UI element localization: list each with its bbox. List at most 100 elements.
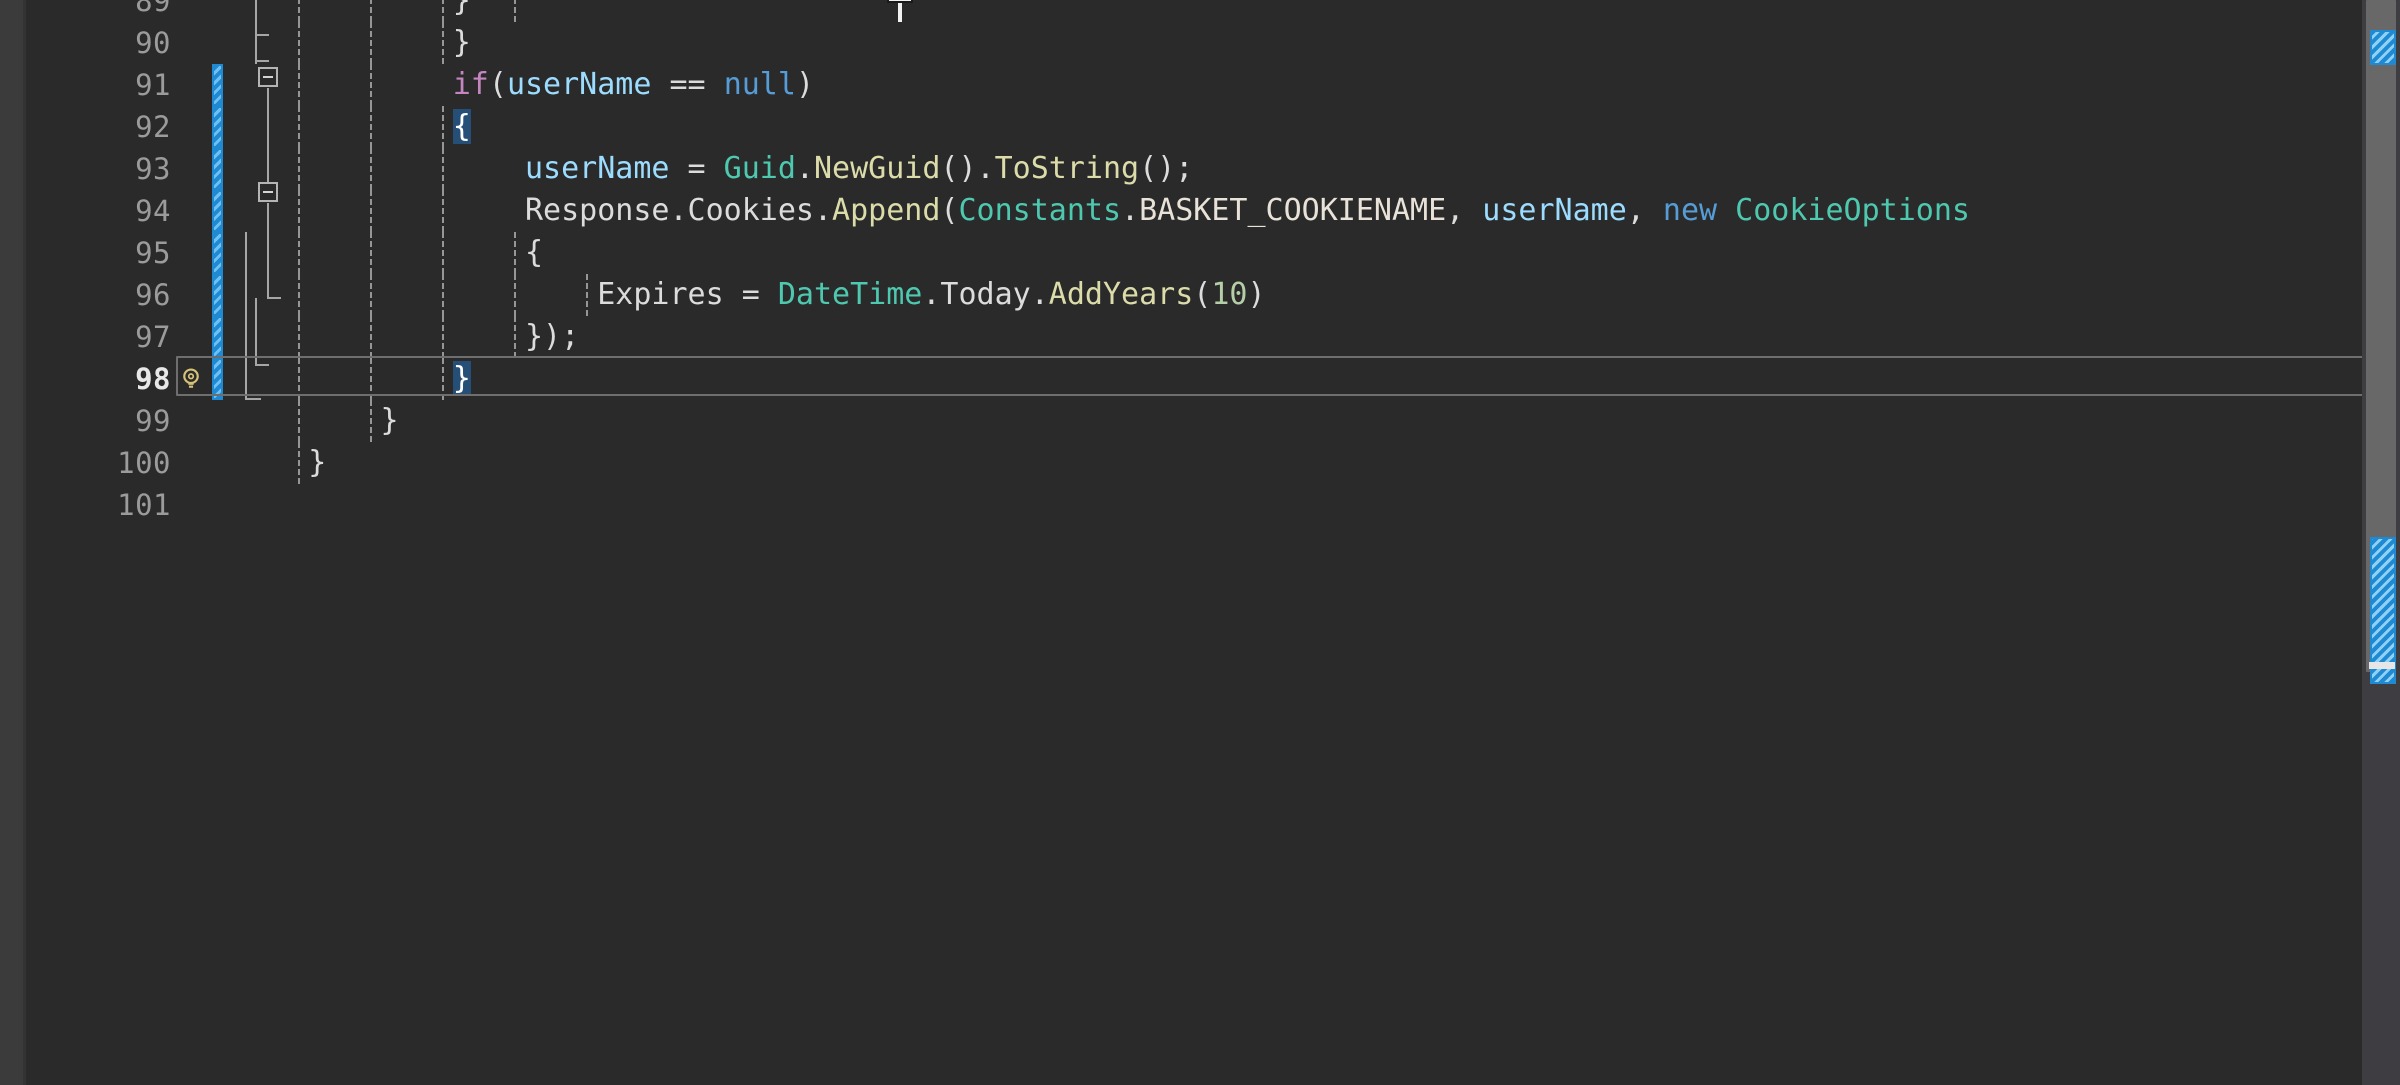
line-number: 99	[26, 400, 171, 442]
change-bar-modified	[212, 106, 223, 148]
code-token-plain: =	[724, 277, 778, 312]
code-token-plain	[236, 445, 308, 480]
gutter-row[interactable]: 99	[26, 400, 236, 442]
line-number: 93	[26, 148, 171, 190]
code-line[interactable]: {	[236, 232, 543, 274]
gutter-row[interactable]: 97	[26, 316, 236, 358]
code-token-method: NewGuid	[814, 151, 940, 186]
code-line[interactable]: {	[236, 106, 471, 148]
code-line[interactable]: }	[236, 22, 471, 64]
code-token-plain: .	[1031, 277, 1049, 312]
code-token-plain: ==	[651, 67, 723, 102]
code-token-plain: ().	[940, 151, 994, 186]
code-token-plain	[236, 193, 525, 228]
code-token-plain: .	[814, 193, 832, 228]
change-bar-modified	[212, 274, 223, 316]
scrollbar-caret-marker	[2369, 662, 2395, 669]
gutter-row[interactable]: 90	[26, 22, 236, 64]
code-token-plain	[236, 235, 525, 270]
code-token-plain	[236, 151, 525, 186]
code-line[interactable]: if(userName == null)	[236, 64, 814, 106]
code-token-plain	[236, 403, 381, 438]
code-token-plain	[236, 277, 597, 312]
change-bar-modified	[212, 232, 223, 274]
code-token-plain: {	[525, 235, 543, 270]
code-token-control: if	[453, 67, 489, 102]
code-token-plain: (	[1193, 277, 1211, 312]
gutter-row[interactable]: 94	[26, 190, 236, 232]
vertical-scrollbar[interactable]	[2362, 0, 2400, 1085]
line-number: 94	[26, 190, 171, 232]
code-line[interactable]: Response.Cookies.Append(Constants.BASKET…	[236, 190, 1970, 232]
code-token-brace-match: {	[453, 109, 471, 144]
code-editor-window: 8990919293949596979899100101 } } if(use	[0, 0, 2400, 1085]
code-token-plain: }	[381, 403, 399, 438]
code-token-plain	[1717, 193, 1735, 228]
line-number: 95	[26, 232, 171, 274]
gutter-row[interactable]: 96	[26, 274, 236, 316]
gutter-row[interactable]: 89	[26, 0, 236, 22]
editor-left-margin-strip	[0, 0, 23, 1085]
gutter-row[interactable]: 100	[26, 442, 236, 484]
code-token-plain: )	[1247, 277, 1265, 312]
change-bar-modified	[212, 190, 223, 232]
code-token-plain: ,	[1446, 193, 1482, 228]
line-number: 97	[26, 316, 171, 358]
change-bar-modified	[212, 316, 223, 358]
code-line[interactable]: userName = Guid.NewGuid().ToString();	[236, 148, 1193, 190]
code-token-plain: Expires	[597, 277, 723, 312]
code-token-plain: ,	[1627, 193, 1663, 228]
line-number: 96	[26, 274, 171, 316]
code-token-plain: .	[922, 277, 940, 312]
code-token-plain	[236, 67, 453, 102]
code-token-plain: }	[308, 445, 326, 480]
line-number: 89	[26, 0, 171, 22]
code-token-variable: userName	[525, 151, 670, 186]
code-line[interactable]: }	[236, 400, 399, 442]
code-token-variable: userName	[507, 67, 652, 102]
code-token-method: Append	[832, 193, 940, 228]
code-token-number: 10	[1211, 277, 1247, 312]
code-token-plain: ();	[1139, 151, 1193, 186]
code-line[interactable]: });	[236, 316, 579, 358]
code-token-keyword: new	[1663, 193, 1717, 228]
code-token-plain: Cookies	[688, 193, 814, 228]
code-token-plain	[236, 25, 453, 60]
gutter-row[interactable]: 95	[26, 232, 236, 274]
line-number: 90	[26, 22, 171, 64]
gutter-row[interactable]: 93	[26, 148, 236, 190]
code-token-plain: .	[1121, 193, 1139, 228]
line-number: 100	[26, 442, 171, 484]
code-token-type: Guid	[724, 151, 796, 186]
code-surface[interactable]: 8990919293949596979899100101 } } if(use	[26, 0, 2400, 1085]
gutter-row[interactable]: 91	[26, 64, 236, 106]
code-token-plain: .	[669, 193, 687, 228]
gutter-row[interactable]: 92	[26, 106, 236, 148]
code-token-plain	[236, 109, 453, 144]
code-token-plain: =	[669, 151, 723, 186]
line-number: 101	[26, 484, 171, 526]
code-token-plain: (	[940, 193, 958, 228]
code-token-plain	[236, 0, 453, 18]
code-token-plain: (	[489, 67, 507, 102]
code-token-plain: Response	[525, 193, 670, 228]
code-token-type: CookieOptions	[1735, 193, 1970, 228]
code-token-plain: )	[796, 67, 814, 102]
code-token-plain: }	[453, 25, 471, 60]
ibeam-stem	[898, 0, 902, 22]
editor-gutter[interactable]: 8990919293949596979899100101	[26, 0, 236, 1085]
code-line[interactable]: }	[236, 442, 326, 484]
gutter-row[interactable]: 101	[26, 484, 236, 526]
code-token-plain	[236, 319, 525, 354]
code-token-plain: .	[796, 151, 814, 186]
code-line[interactable]: }	[236, 0, 471, 22]
change-bar-modified	[212, 148, 223, 190]
code-token-method: AddYears	[1049, 277, 1194, 312]
code-text-area[interactable]: } } if(userName == null) { userName = Gu…	[236, 0, 2400, 1085]
code-token-plain: });	[525, 319, 579, 354]
code-line[interactable]: Expires = DateTime.Today.AddYears(10)	[236, 274, 1266, 316]
code-token-type: Constants	[958, 193, 1121, 228]
code-token-method: ToString	[995, 151, 1140, 186]
code-token-constant: BASKET_COOKIENAME	[1139, 193, 1446, 228]
code-token-keyword: null	[724, 67, 796, 102]
